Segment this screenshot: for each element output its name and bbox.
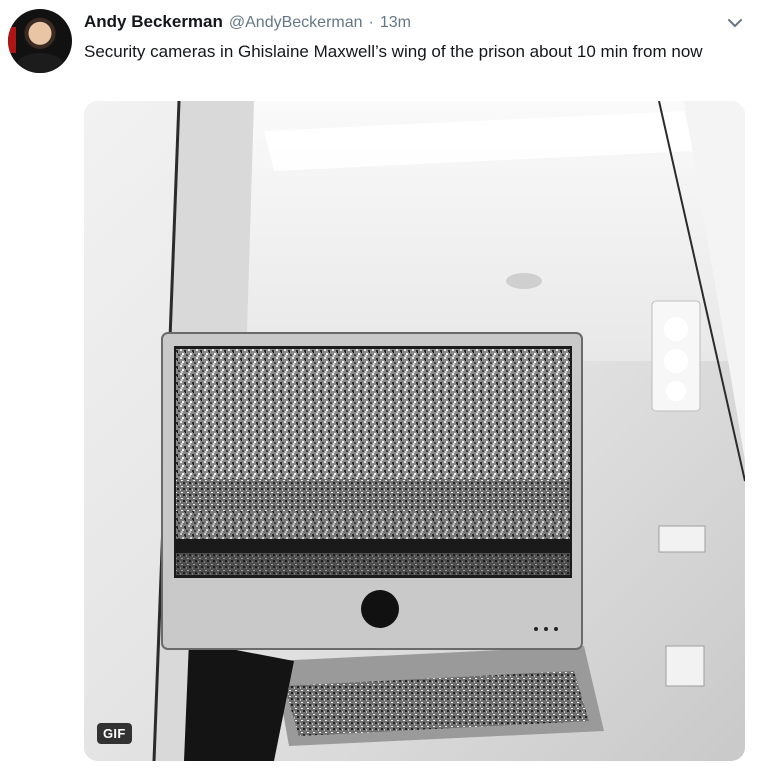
tweet-menu-button[interactable]: [724, 12, 746, 34]
gif-frame: [84, 101, 745, 761]
avatar[interactable]: [8, 9, 72, 73]
author-name[interactable]: Andy Beckerman: [84, 12, 223, 32]
author-handle[interactable]: @AndyBeckerman: [229, 14, 363, 32]
avatar-shirt: [16, 53, 64, 73]
tweet-timestamp[interactable]: 13m: [380, 14, 411, 32]
gif-media[interactable]: [84, 101, 745, 761]
chevron-down-icon: [728, 19, 742, 27]
separator-dot: ·: [368, 14, 374, 31]
gif-badge: GIF: [97, 723, 132, 744]
tweet-header: Andy Beckerman @AndyBeckerman · 13m: [84, 12, 411, 34]
avatar-background-accent: [8, 27, 16, 53]
tweet: Andy Beckerman @AndyBeckerman · 13m Secu…: [0, 0, 779, 774]
tweet-text: Security cameras in Ghislaine Maxwell’s …: [84, 42, 703, 61]
